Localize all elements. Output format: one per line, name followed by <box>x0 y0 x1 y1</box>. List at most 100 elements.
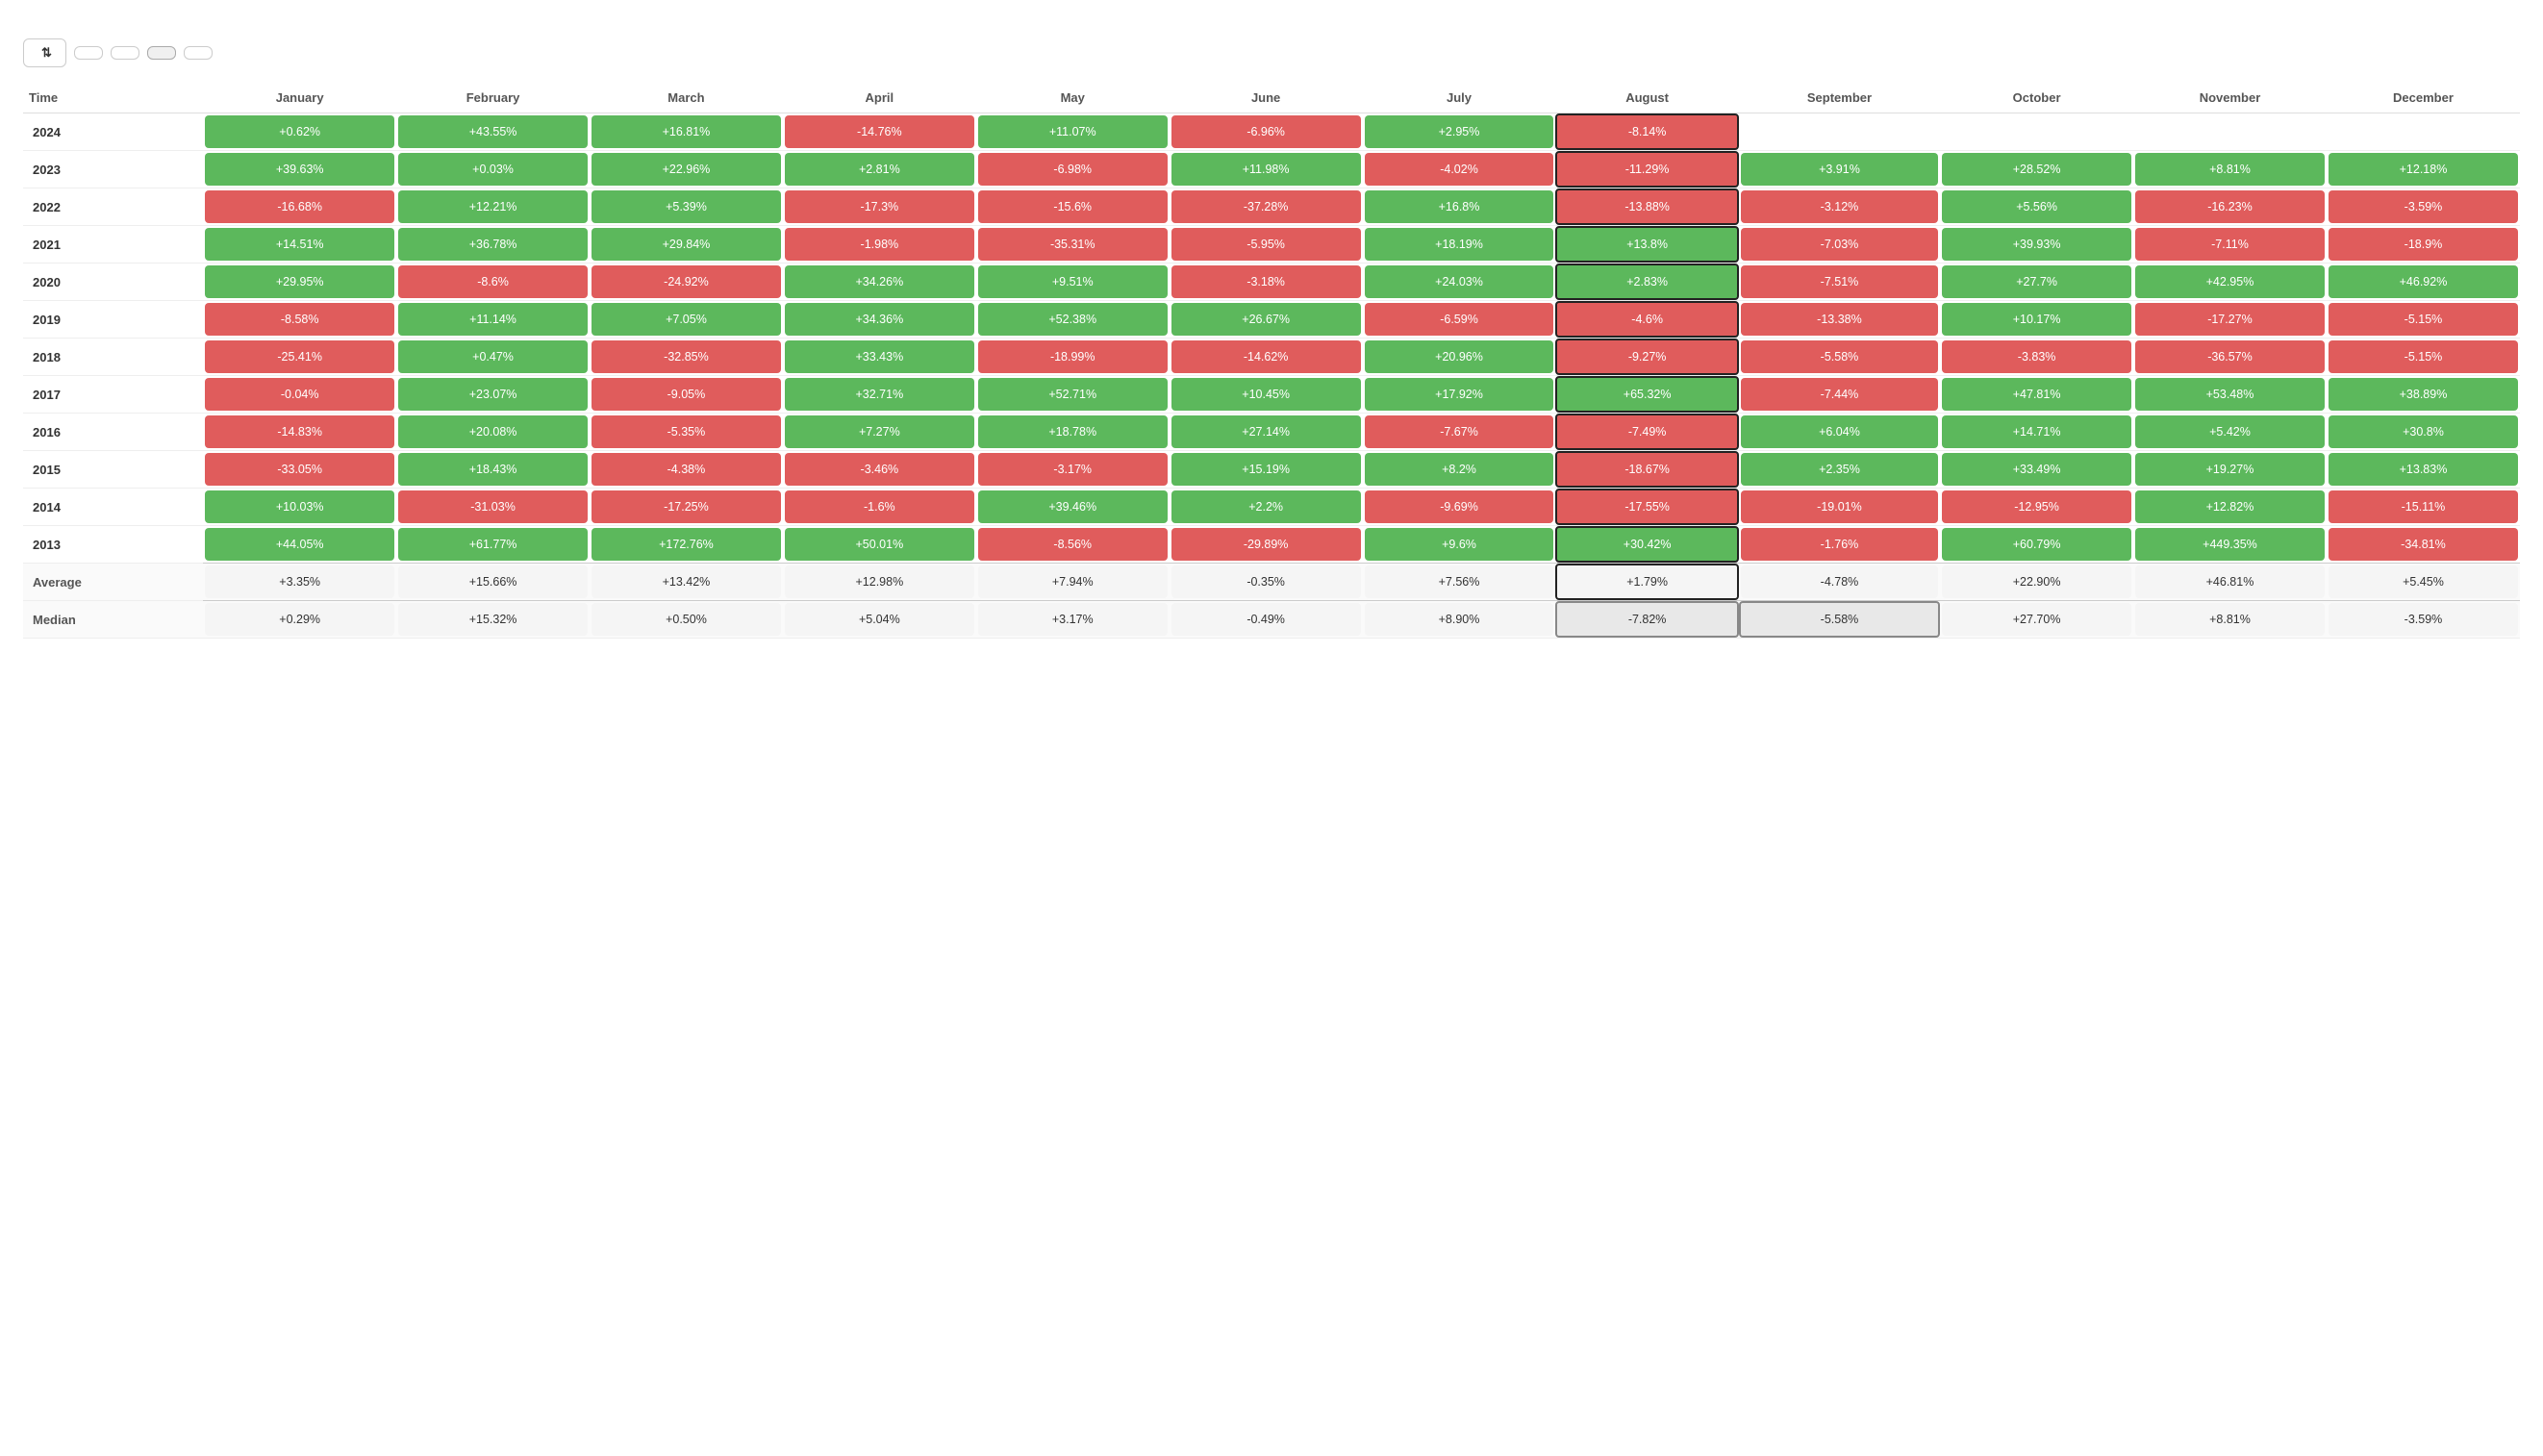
value-cell <box>1739 113 1940 151</box>
value-cell: +15.19% <box>1170 451 1363 489</box>
weekly-returns-btn[interactable] <box>111 46 139 60</box>
value-cell: +23.07% <box>396 376 590 414</box>
value-cell: -13.38% <box>1739 301 1940 339</box>
value-cell: +47.81% <box>1940 376 2133 414</box>
value-cell: -17.3% <box>783 188 976 226</box>
value-cell: -3.18% <box>1170 264 1363 301</box>
value-cell: +172.76% <box>590 526 783 564</box>
year-cell: 2020 <box>23 264 203 301</box>
table-row: 2017-0.04%+23.07%-9.05%+32.71%+52.71%+10… <box>23 376 2520 414</box>
year-cell: 2021 <box>23 226 203 264</box>
monthly-returns-btn[interactable] <box>147 46 176 60</box>
value-cell: -3.46% <box>783 451 976 489</box>
value-cell <box>1940 113 2133 151</box>
col-may: May <box>976 83 1170 113</box>
quarterly-returns-btn[interactable] <box>184 46 213 60</box>
value-cell: -3.83% <box>1940 339 2133 376</box>
value-cell: -4.38% <box>590 451 783 489</box>
daily-returns-btn[interactable] <box>74 46 103 60</box>
value-cell: +24.03% <box>1363 264 1556 301</box>
median-value-cell: -7.82% <box>1555 601 1738 639</box>
median-value-cell: +27.70% <box>1940 601 2133 639</box>
value-cell: +18.43% <box>396 451 590 489</box>
value-cell: +19.27% <box>2133 451 2327 489</box>
value-cell: -14.62% <box>1170 339 1363 376</box>
value-cell: +42.95% <box>2133 264 2327 301</box>
value-cell: -5.15% <box>2327 301 2520 339</box>
value-cell: -12.95% <box>1940 489 2133 526</box>
value-cell: -31.03% <box>396 489 590 526</box>
value-cell: +30.8% <box>2327 414 2520 451</box>
col-december: December <box>2327 83 2520 113</box>
value-cell: +28.52% <box>1940 151 2133 188</box>
average-row: Average+3.35%+15.66%+13.42%+12.98%+7.94%… <box>23 564 2520 601</box>
value-cell: -3.12% <box>1739 188 1940 226</box>
value-cell <box>2327 113 2520 151</box>
value-cell: -8.6% <box>396 264 590 301</box>
median-value-cell: +0.50% <box>590 601 783 639</box>
value-cell: +29.95% <box>203 264 396 301</box>
value-cell: -14.76% <box>783 113 976 151</box>
value-cell: -24.92% <box>590 264 783 301</box>
value-cell: +52.38% <box>976 301 1170 339</box>
value-cell: -17.25% <box>590 489 783 526</box>
value-cell: +34.26% <box>783 264 976 301</box>
value-cell: +12.18% <box>2327 151 2520 188</box>
value-cell: -7.67% <box>1363 414 1556 451</box>
col-april: April <box>783 83 976 113</box>
median-value-cell: +8.81% <box>2133 601 2327 639</box>
value-cell: +13.83% <box>2327 451 2520 489</box>
value-cell: +20.08% <box>396 414 590 451</box>
median-value-cell: +3.17% <box>976 601 1170 639</box>
value-cell: +20.96% <box>1363 339 1556 376</box>
average-value-cell: +15.66% <box>396 564 590 601</box>
year-cell: 2019 <box>23 301 203 339</box>
value-cell: -3.17% <box>976 451 1170 489</box>
value-cell: +10.17% <box>1940 301 2133 339</box>
value-cell: +29.84% <box>590 226 783 264</box>
value-cell: -7.44% <box>1739 376 1940 414</box>
value-cell: +12.21% <box>396 188 590 226</box>
average-value-cell: +7.56% <box>1363 564 1556 601</box>
value-cell: -29.89% <box>1170 526 1363 564</box>
asset-selector[interactable]: ⇅ <box>23 38 66 67</box>
value-cell: +3.91% <box>1739 151 1940 188</box>
average-value-cell: -0.35% <box>1170 564 1363 601</box>
value-cell: +30.42% <box>1555 526 1738 564</box>
value-cell: +33.43% <box>783 339 976 376</box>
value-cell: -17.55% <box>1555 489 1738 526</box>
value-cell: +53.48% <box>2133 376 2327 414</box>
value-cell: +5.39% <box>590 188 783 226</box>
average-value-cell: +7.94% <box>976 564 1170 601</box>
table-row: 2021+14.51%+36.78%+29.84%-1.98%-35.31%-5… <box>23 226 2520 264</box>
value-cell: -4.02% <box>1363 151 1556 188</box>
col-june: June <box>1170 83 1363 113</box>
average-value-cell: +46.81% <box>2133 564 2327 601</box>
value-cell: +0.62% <box>203 113 396 151</box>
value-cell: -1.98% <box>783 226 976 264</box>
col-october: October <box>1940 83 2133 113</box>
value-cell: -8.56% <box>976 526 1170 564</box>
col-july: July <box>1363 83 1556 113</box>
year-cell: 2018 <box>23 339 203 376</box>
value-cell: -9.69% <box>1363 489 1556 526</box>
value-cell: -9.05% <box>590 376 783 414</box>
year-cell: 2017 <box>23 376 203 414</box>
value-cell: -15.6% <box>976 188 1170 226</box>
value-cell: -25.41% <box>203 339 396 376</box>
value-cell: +38.89% <box>2327 376 2520 414</box>
table-row: 2015-33.05%+18.43%-4.38%-3.46%-3.17%+15.… <box>23 451 2520 489</box>
value-cell: -3.59% <box>2327 188 2520 226</box>
value-cell: -7.51% <box>1739 264 1940 301</box>
value-cell: -36.57% <box>2133 339 2327 376</box>
value-cell: -8.58% <box>203 301 396 339</box>
median-row: Median+0.29%+15.32%+0.50%+5.04%+3.17%-0.… <box>23 601 2520 639</box>
value-cell: -6.98% <box>976 151 1170 188</box>
value-cell: -1.76% <box>1739 526 1940 564</box>
value-cell: +2.35% <box>1739 451 1940 489</box>
value-cell: -17.27% <box>2133 301 2327 339</box>
table-row: 2018-25.41%+0.47%-32.85%+33.43%-18.99%-1… <box>23 339 2520 376</box>
value-cell: -5.58% <box>1739 339 1940 376</box>
value-cell: +11.98% <box>1170 151 1363 188</box>
value-cell: -5.15% <box>2327 339 2520 376</box>
